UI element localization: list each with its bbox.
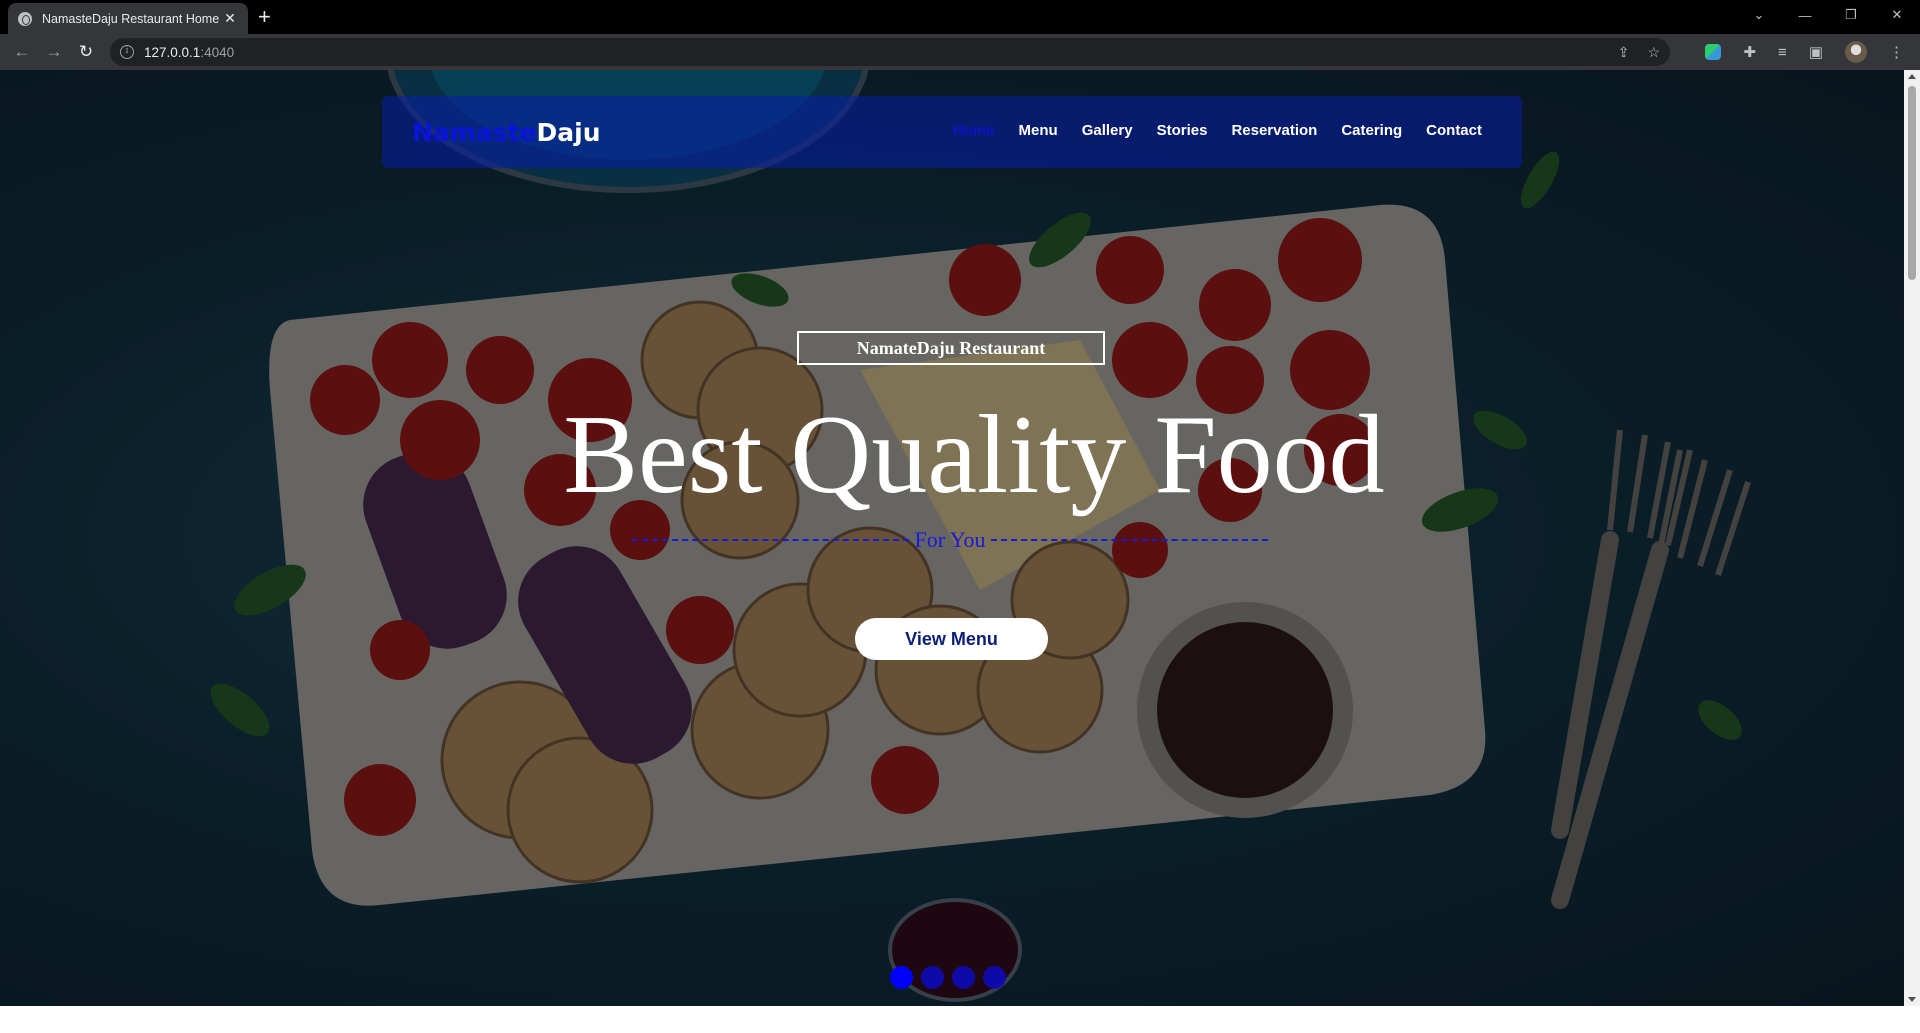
window-controls: ⌄ — ❐ ✕: [1736, 0, 1920, 30]
hero-subtitle: NamateDaju Restaurant: [797, 331, 1105, 365]
tagline-text: For You: [914, 527, 986, 552]
browser-toolbar: ← → ↻ i 127.0.0.1 :4040 ⇪ ☆: [0, 34, 1920, 70]
nav-link-menu[interactable]: Menu: [1019, 122, 1058, 139]
scroll-up-arrow-icon[interactable]: [1908, 74, 1916, 79]
page-viewport: NamasteDaju Home Menu Gallery Stories Re…: [0, 70, 1904, 1006]
hero-tagline: For You: [632, 527, 1268, 552]
url-port: :4040: [200, 44, 235, 60]
tab-title: NamasteDaju Restaurant Home: [42, 11, 220, 26]
nav-link-stories[interactable]: Stories: [1157, 122, 1208, 139]
nav-link-reservation[interactable]: Reservation: [1231, 122, 1317, 139]
toolbar-icons: ✚ ≡ ▣ ⋮: [1705, 34, 1904, 70]
kebab-menu-icon[interactable]: ⋮: [1889, 43, 1904, 61]
puzzle-extensions-icon[interactable]: ✚: [1743, 43, 1756, 61]
forward-arrow-icon[interactable]: →: [38, 42, 70, 62]
url-host: 127.0.0.1: [144, 44, 201, 60]
nav-link-catering[interactable]: Catering: [1341, 122, 1402, 139]
carousel-dot-1[interactable]: [890, 966, 913, 989]
page-scrollbar[interactable]: [1904, 70, 1920, 1006]
site-navbar: NamasteDaju Home Menu Gallery Stories Re…: [382, 96, 1522, 168]
media-queue-icon[interactable]: ≡: [1778, 44, 1787, 61]
new-tab-plus-icon[interactable]: +: [258, 5, 271, 29]
nav-link-gallery[interactable]: Gallery: [1082, 122, 1133, 139]
tagline-divider-right: [991, 539, 1268, 541]
hero-headline: Best Quality Food: [563, 393, 1385, 517]
reload-icon[interactable]: ↻: [70, 42, 102, 62]
carousel-dot-4[interactable]: [983, 966, 1006, 989]
tab-search-chevron-icon[interactable]: ⌄: [1736, 7, 1782, 23]
scrollbar-thumb[interactable]: [1908, 86, 1916, 280]
restore-icon[interactable]: ❐: [1828, 7, 1874, 23]
address-bar[interactable]: i 127.0.0.1 :4040: [110, 38, 1670, 66]
view-menu-button[interactable]: View Menu: [855, 618, 1048, 660]
carousel-indicators: [890, 966, 1006, 989]
nav-link-home[interactable]: Home: [953, 122, 995, 139]
carousel-dot-3[interactable]: [952, 966, 975, 989]
brand-part-1: Namaste: [412, 118, 537, 147]
back-arrow-icon[interactable]: ←: [6, 42, 38, 62]
bookmark-star-icon[interactable]: ☆: [1647, 44, 1660, 61]
profile-avatar[interactable]: [1845, 41, 1867, 63]
carousel-dot-2[interactable]: [921, 966, 944, 989]
browser-tab-bar: NamasteDaju Restaurant Home ✕ + ⌄ — ❐ ✕: [0, 0, 1920, 34]
globe-icon: [18, 11, 32, 26]
side-panel-icon[interactable]: ▣: [1809, 43, 1823, 61]
brand-part-2: Daju: [536, 118, 601, 147]
main-menu: Home Menu Gallery Stories Reservation Ca…: [953, 122, 1482, 139]
nav-link-contact[interactable]: Contact: [1426, 122, 1482, 139]
extension-icon[interactable]: [1705, 44, 1722, 60]
window-close-icon[interactable]: ✕: [1874, 7, 1920, 23]
brand-logo[interactable]: NamasteDaju: [412, 118, 601, 147]
minimize-icon[interactable]: —: [1782, 8, 1828, 23]
browser-tab[interactable]: NamasteDaju Restaurant Home ✕: [8, 3, 248, 34]
address-bar-actions: ⇪ ☆: [1618, 38, 1660, 66]
close-tab-icon[interactable]: ✕: [222, 10, 238, 27]
share-icon[interactable]: ⇪: [1618, 44, 1630, 61]
page-below-fold: [0, 1006, 1904, 1033]
scroll-down-arrow-icon[interactable]: [1908, 997, 1916, 1002]
tagline-divider-left: [632, 539, 909, 541]
site-info-icon[interactable]: i: [120, 45, 134, 59]
